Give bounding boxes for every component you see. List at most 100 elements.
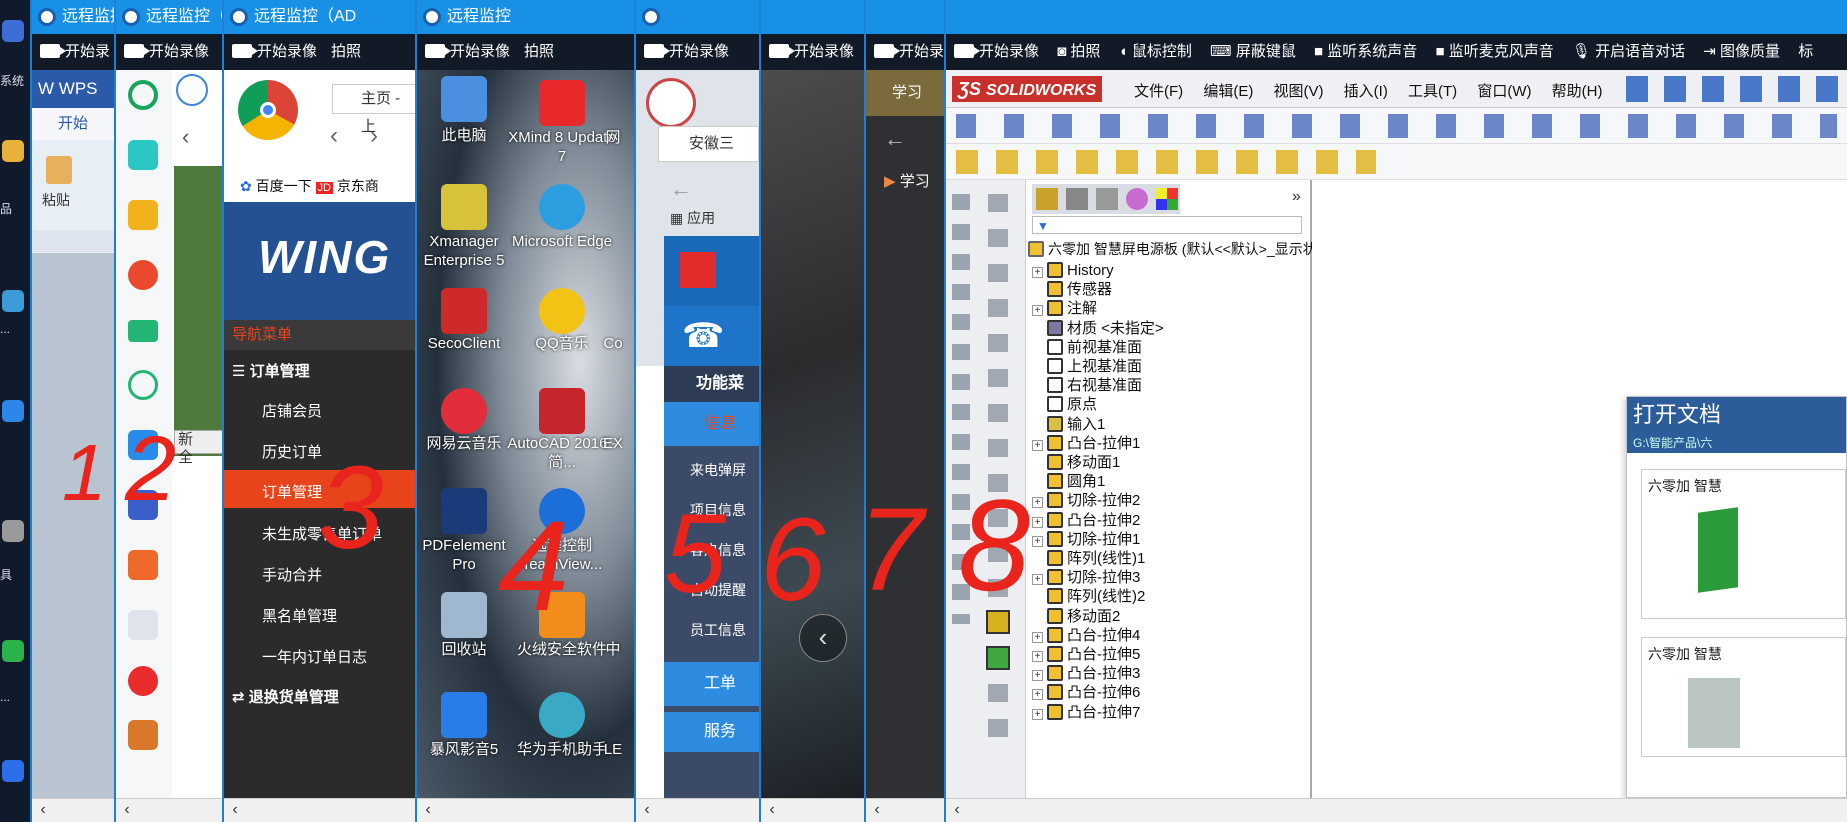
app-icon[interactable] — [2, 290, 24, 312]
bookmark-jd[interactable]: 京东商 — [337, 178, 379, 194]
remote-window-1[interactable]: 远程监控 开始录 W WPS 开始 粘贴 ‹ — [30, 0, 116, 822]
expand-icon[interactable]: + — [1032, 439, 1043, 451]
horizontal-scrollbar[interactable]: ‹ — [636, 798, 759, 822]
xmanager-icon[interactable] — [441, 184, 487, 230]
app-icon[interactable] — [2, 520, 24, 542]
star-icon[interactable] — [128, 200, 158, 230]
nav-section-returns[interactable]: ⇄ 退换货单管理 — [232, 686, 339, 707]
nav-item-active[interactable]: 订单管理 — [262, 481, 322, 502]
record-button[interactable]: 开始录像 — [124, 43, 209, 60]
record-button[interactable]: 开始录 — [40, 43, 110, 60]
window-titlebar[interactable]: 远程监控 — [32, 0, 116, 34]
image-quality-button[interactable]: ⇥ 图像质量 — [1703, 43, 1780, 60]
document-card[interactable]: 六零加 智慧 — [1641, 637, 1846, 757]
nav-item[interactable]: 手动合并 — [262, 564, 322, 585]
remote-window-7[interactable]: 开始录 学习 ← ▶ 学习 ‹ — [864, 0, 946, 822]
menu-view[interactable]: 视图(V) — [1274, 83, 1324, 100]
app-icon[interactable] — [128, 490, 158, 520]
back-icon[interactable]: ← — [884, 126, 906, 152]
horizontal-scrollbar[interactable]: ‹ — [866, 798, 946, 822]
expand-icon[interactable]: + — [1032, 535, 1043, 547]
tab-home[interactable]: 开始 — [32, 108, 116, 140]
menu-edit[interactable]: 编辑(E) — [1203, 83, 1253, 100]
huawei-assistant-icon[interactable] — [539, 692, 585, 738]
back-icon[interactable]: ← — [670, 176, 692, 202]
toolbar-more[interactable]: 标 — [1798, 43, 1813, 60]
crm-menu-item[interactable]: 项目信息 — [690, 500, 746, 520]
expand-panel-icon[interactable]: » — [1292, 188, 1301, 206]
bookmark-baidu[interactable]: 百度一下 — [256, 178, 312, 194]
mouse-control-button[interactable]: ◖ 鼠标控制 — [1119, 43, 1192, 60]
record-button[interactable]: 开始录像 — [769, 43, 854, 60]
recycle-bin-icon[interactable] — [441, 592, 487, 638]
browser-tab[interactable]: 安徽三 — [658, 126, 759, 162]
horizontal-scrollbar[interactable]: ‹ — [32, 798, 116, 822]
expand-icon[interactable]: + — [1032, 651, 1043, 662]
record-button[interactable]: 开始录像 — [644, 43, 729, 60]
crm-menu-item[interactable]: 员工信息 — [690, 620, 746, 640]
horizontal-scrollbar[interactable]: ‹ — [761, 798, 866, 822]
remote-window-6[interactable]: 开始录像 ‹ ‹ — [759, 0, 866, 822]
remote-window-2[interactable]: 远程监控（ 开始录像 ‹ 新 全 ‹ — [114, 0, 222, 822]
window-titlebar[interactable]: 远程监控（ — [116, 0, 222, 34]
remote-window-5[interactable]: 开始录像 安徽三 ← ▦ 应用 ☎ 功能菜 信息 来电弹屏 项目信息 客户信息 … — [634, 0, 759, 822]
voice-chat-button[interactable]: 🎙 开启语音对话 — [1572, 43, 1685, 60]
extrude-icon[interactable] — [986, 610, 1010, 634]
window-titlebar[interactable] — [636, 0, 759, 34]
snapshot-button[interactable]: ◙ 拍照 — [1057, 43, 1100, 60]
snapshot-button[interactable]: 拍照 — [524, 43, 554, 60]
menu-help[interactable]: 帮助(H) — [1552, 83, 1603, 100]
menu-insert[interactable]: 插入(I) — [1344, 83, 1388, 100]
browser-tab[interactable]: 主页 - 上 — [332, 84, 415, 135]
ie-icon[interactable] — [128, 80, 158, 110]
netease-music-icon[interactable] — [441, 388, 487, 434]
record-button[interactable]: 开始录 — [874, 43, 944, 60]
app-icon[interactable] — [128, 430, 158, 460]
horizontal-scrollbar[interactable]: ‹ — [224, 798, 415, 822]
window-titlebar[interactable]: 远程监控 — [417, 0, 634, 34]
horizontal-scrollbar[interactable]: ‹ — [417, 798, 634, 822]
expand-icon[interactable]: + — [1032, 574, 1043, 586]
horizontal-scrollbar[interactable]: ‹ — [946, 798, 1847, 822]
filter-input[interactable]: ▼ — [1032, 216, 1302, 234]
app-icon[interactable] — [128, 720, 158, 750]
browser-tab[interactable]: 学习 — [866, 70, 946, 116]
crm-menu-selected[interactable]: 信息 — [664, 402, 759, 446]
this-pc-icon[interactable] — [441, 76, 487, 122]
huorong-icon[interactable] — [539, 592, 585, 638]
remote-window-4[interactable]: 远程监控 开始录像 拍照 此电脑 XMind 8 Update 7 网 Xmana… — [415, 0, 634, 822]
expand-icon[interactable]: + — [1032, 631, 1043, 643]
app-icon[interactable] — [2, 20, 24, 42]
teamviewer-icon[interactable] — [539, 488, 585, 534]
expand-icon[interactable]: + — [1032, 305, 1043, 317]
previous-icon[interactable]: ‹ — [799, 614, 847, 662]
record-button[interactable]: 开始录像 — [954, 43, 1039, 60]
remote-window-3[interactable]: 远程监控（AD 开始录像 拍照 主页 - 上 ‹ › ✿ 百度一下 JD 京东商 … — [222, 0, 415, 822]
nav-item[interactable]: 历史订单 — [262, 441, 322, 462]
xmind-icon[interactable] — [539, 80, 585, 126]
menu-file[interactable]: 文件(F) — [1134, 83, 1183, 100]
expand-icon[interactable]: + — [1032, 267, 1043, 278]
listen-mic-button[interactable]: ■ 监听麦克风声音 — [1435, 43, 1553, 60]
qq-music-icon[interactable] — [539, 288, 585, 334]
window-titlebar[interactable] — [946, 0, 1847, 34]
nav-section-orders[interactable]: ☰ 订单管理 — [232, 360, 310, 381]
expand-icon[interactable]: + — [1032, 708, 1043, 720]
edge-icon[interactable] — [539, 184, 585, 230]
crm-menu-service[interactable]: 服务 — [664, 712, 759, 752]
app-icon[interactable] — [2, 640, 24, 662]
expand-icon[interactable]: + — [1032, 670, 1043, 682]
app-icon[interactable] — [2, 760, 24, 782]
app-icon[interactable] — [646, 78, 696, 128]
window-titlebar[interactable] — [866, 0, 946, 34]
app-icon[interactable] — [128, 140, 158, 170]
navigation-icon[interactable] — [176, 74, 208, 106]
expand-icon[interactable]: + — [1032, 689, 1043, 701]
window-titlebar[interactable] — [761, 0, 866, 34]
app-icon[interactable] — [128, 550, 158, 580]
horizontal-scrollbar[interactable]: ‹ — [116, 798, 222, 822]
display-tab-icon[interactable] — [1156, 188, 1178, 210]
dimxpert-tab-icon[interactable] — [1126, 188, 1148, 210]
back-icon[interactable]: ‹ — [330, 122, 338, 150]
crm-menu-workorder[interactable]: 工单 — [664, 662, 759, 706]
